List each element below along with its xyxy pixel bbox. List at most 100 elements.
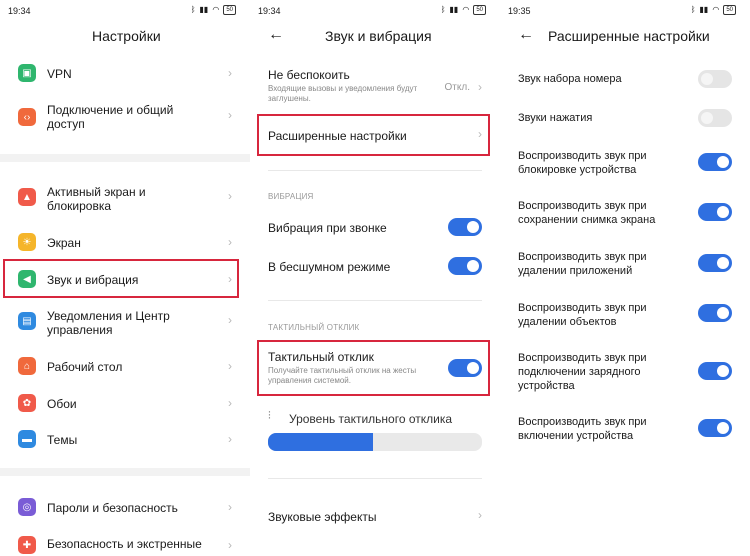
vibrate-ring-toggle[interactable]: [448, 218, 482, 236]
section-label-vibration: ВИБРАЦИЯ: [268, 192, 314, 201]
status-bar: 19:34 ᛒ ▮▮ ◠ 50: [250, 0, 500, 22]
chevron-right-icon: ›: [228, 66, 232, 80]
divider: [268, 170, 482, 171]
settings-screen: 19:34 ᛒ ▮▮ ◠ 50 Настройки ▣ VPN › ‹› Под…: [0, 0, 250, 556]
adv-item-label: Воспроизводить звук при включении устрой…: [518, 416, 647, 442]
chevron-right-icon: ›: [228, 500, 232, 514]
status-time: 19:35: [508, 6, 531, 16]
page-title: Расширенные настройки: [548, 28, 710, 44]
settings-item-label: VPN: [47, 67, 72, 81]
status-time: 19:34: [8, 6, 31, 16]
section-divider: [0, 468, 250, 476]
settings-item-label: Безопасность и экстренные: [47, 537, 202, 551]
section-label-haptic: ТАКТИЛЬНЫЙ ОТКЛИК: [268, 323, 360, 332]
chevron-right-icon: ›: [478, 508, 482, 522]
sun-icon: ☀: [18, 233, 36, 251]
chevron-right-icon: ›: [228, 432, 232, 446]
chevron-right-icon: ›: [228, 235, 232, 249]
delete-sound-toggle[interactable]: [698, 304, 732, 322]
bluetooth-icon: ᛒ: [690, 5, 696, 14]
connection-icon: ‹›: [18, 108, 36, 126]
settings-item-emergency[interactable]: ✚ Безопасность и экстренные ›: [0, 534, 250, 556]
settings-item-display[interactable]: ☀ Экран ›: [0, 231, 250, 253]
emergency-icon: ✚: [18, 536, 36, 554]
chevron-right-icon: ›: [228, 189, 232, 203]
lock-icon: ▲: [18, 188, 36, 206]
divider: [268, 478, 482, 479]
settings-item-label: Активный экран и блокировка: [47, 185, 146, 213]
notification-icon: ▤: [18, 312, 36, 330]
settings-item-label: Обои: [47, 397, 77, 411]
highlight-frame: [257, 114, 490, 156]
chevron-right-icon: ›: [228, 396, 232, 410]
highlight-frame: [3, 259, 239, 298]
back-arrow-icon[interactable]: ←: [518, 26, 534, 44]
status-time: 19:34: [258, 6, 281, 16]
section-divider: [0, 154, 250, 162]
settings-item-wallpaper[interactable]: ✿ Обои ›: [0, 392, 250, 414]
dnd-title: Не беспокоить: [268, 68, 350, 82]
settings-item-label: Экран: [47, 236, 81, 250]
advanced-settings-screen: 19:35 ᛒ ▮▮ ◠ 50 ← Расширенные настройки …: [500, 0, 750, 556]
highlight-frame: [257, 340, 490, 396]
charger-sound-toggle[interactable]: [698, 362, 732, 380]
adv-item-label: Воспроизводить звук при сохранении снимк…: [518, 200, 656, 226]
haptic-level-slider[interactable]: [268, 433, 482, 451]
settings-item-label: Пароли и безопасность: [47, 501, 178, 515]
wifi-icon: ◠: [462, 5, 470, 14]
wifi-icon: ◠: [712, 5, 720, 14]
sound-vibration-screen: 19:34 ᛒ ▮▮ ◠ 50 ← Звук и вибрация Не бес…: [250, 0, 500, 556]
haptic-level-label: Уровень тактильного отклика: [289, 412, 453, 426]
settings-item-lockscreen[interactable]: ▲ Активный экран и блокировка ›: [0, 182, 250, 216]
signal-icon: ▮▮: [199, 5, 209, 14]
chevron-right-icon: ›: [228, 538, 232, 552]
settings-item-label: Подключение и общий доступ: [47, 103, 174, 131]
page-title: Настройки: [92, 28, 161, 44]
adv-item-label: Воспроизводить звук при подключении заря…: [518, 352, 647, 392]
divider: [268, 300, 482, 301]
battery-icon: 50: [723, 5, 736, 15]
settings-item-label: Рабочий стол: [47, 360, 123, 374]
signal-icon: ▮▮: [449, 5, 459, 14]
adv-item-label: Воспроизводить звук при удалении объекто…: [518, 302, 647, 328]
vpn-icon: ▣: [18, 64, 36, 82]
adv-item-label: Воспроизводить звук при блокировке устро…: [518, 150, 647, 176]
settings-item-notifications[interactable]: ▤ Уведомления и Центр управления ›: [0, 306, 250, 340]
dnd-value: Откл.: [444, 82, 470, 93]
sound-effects-label: Звуковые эффекты: [268, 510, 377, 524]
chevron-right-icon: ›: [478, 80, 482, 94]
boot-sound-toggle[interactable]: [698, 419, 732, 437]
back-arrow-icon[interactable]: ←: [268, 26, 284, 44]
touch-sound-toggle[interactable]: [698, 109, 732, 127]
theme-icon: ▬: [18, 430, 36, 448]
screenshot-sound-toggle[interactable]: [698, 203, 732, 221]
settings-item-home[interactable]: ⌂ Рабочий стол ›: [0, 355, 250, 377]
vibrate-silent-label: В бесшумном режиме: [268, 260, 391, 274]
home-icon: ⌂: [18, 357, 36, 375]
adv-item-label: Воспроизводить звук при удалении приложе…: [518, 251, 647, 277]
wifi-icon: ◠: [212, 5, 220, 14]
dial-sound-toggle[interactable]: [698, 70, 732, 88]
settings-item-connection[interactable]: ‹› Подключение и общий доступ ›: [0, 100, 250, 134]
settings-item-vpn[interactable]: ▣ VPN ›: [0, 62, 250, 84]
vibration-icon: ⫶: [268, 410, 271, 422]
haptic-level-fill: [268, 433, 373, 451]
settings-item-label: Уведомления и Центр управления: [47, 309, 170, 337]
vibrate-ring-label: Вибрация при звонке: [268, 221, 387, 235]
fingerprint-icon: ◎: [18, 498, 36, 516]
page-title: Звук и вибрация: [325, 28, 432, 44]
battery-icon: 50: [473, 5, 486, 15]
status-bar: 19:35 ᛒ ▮▮ ◠ 50: [500, 0, 750, 22]
vibrate-silent-toggle[interactable]: [448, 257, 482, 275]
bluetooth-icon: ᛒ: [440, 5, 446, 14]
status-bar: 19:34 ᛒ ▮▮ ◠ 50: [0, 0, 250, 22]
chevron-right-icon: ›: [228, 359, 232, 373]
settings-item-label: Темы: [47, 433, 78, 447]
uninstall-sound-toggle[interactable]: [698, 254, 732, 272]
adv-item-label: Звук набора номера: [518, 73, 622, 85]
bluetooth-icon: ᛒ: [190, 5, 196, 14]
lock-sound-toggle[interactable]: [698, 153, 732, 171]
settings-item-passwords[interactable]: ◎ Пароли и безопасность ›: [0, 496, 250, 518]
settings-item-themes[interactable]: ▬ Темы ›: [0, 428, 250, 450]
chevron-right-icon: ›: [228, 313, 232, 327]
